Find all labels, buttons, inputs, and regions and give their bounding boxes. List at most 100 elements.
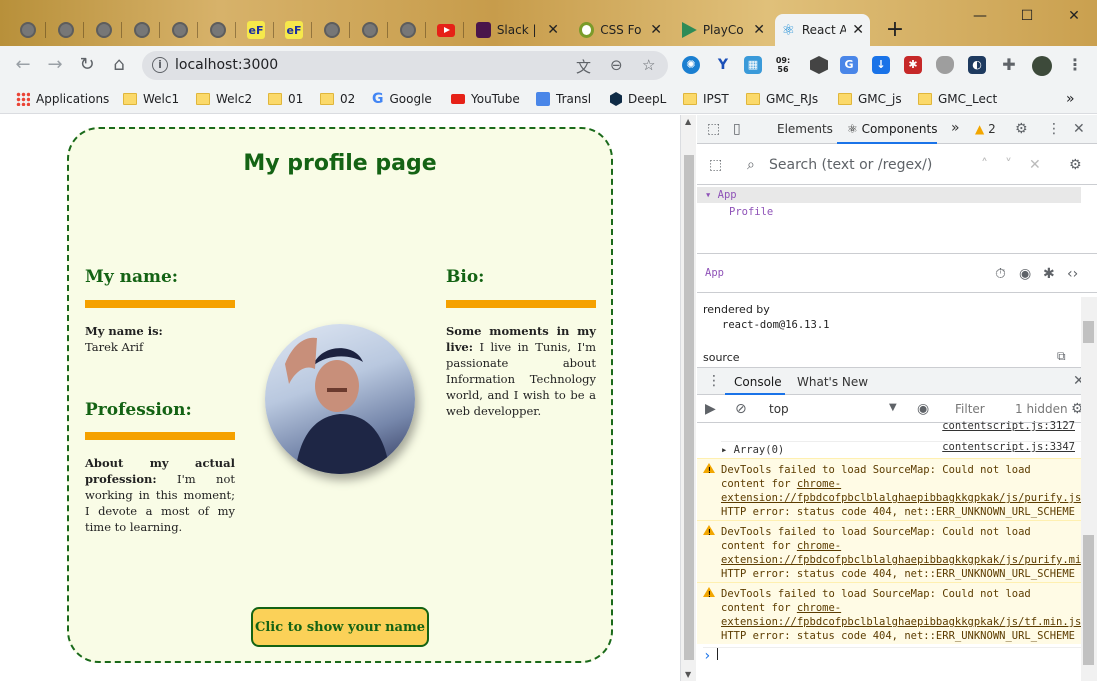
- bookmark-google[interactable]: G Google: [372, 90, 432, 108]
- chevron-down-icon[interactable]: ˅: [1005, 157, 1012, 173]
- warnings-badge[interactable]: ▲ 2: [975, 122, 996, 136]
- new-tab-button[interactable]: +: [882, 18, 908, 44]
- tab-playcode[interactable]: PlayCo ✕: [676, 14, 771, 46]
- tab-globe[interactable]: [48, 14, 84, 46]
- tab-elements[interactable]: Elements: [777, 122, 833, 136]
- select-element-icon[interactable]: ⬚: [709, 157, 722, 173]
- extension-icon[interactable]: ✱: [904, 56, 922, 74]
- device-toggle-icon[interactable]: ▯: [733, 121, 741, 137]
- tab-react-active[interactable]: ⚛ React A ✕: [775, 14, 870, 46]
- bookmarks-overflow-button[interactable]: »: [1066, 90, 1075, 108]
- extension-icon[interactable]: Y: [714, 56, 732, 74]
- scrollbar-thumb[interactable]: [1083, 535, 1094, 665]
- shield-icon[interactable]: [936, 56, 954, 74]
- menu-icon[interactable]: ⋮: [1066, 56, 1084, 74]
- avatar[interactable]: [1032, 56, 1052, 76]
- tab-youtube[interactable]: [428, 14, 464, 46]
- close-icon[interactable]: ✕: [852, 22, 864, 38]
- translate-extension-icon[interactable]: G: [840, 56, 858, 74]
- menu-icon[interactable]: ⋮: [1047, 121, 1061, 137]
- clear-icon[interactable]: ✕: [1029, 157, 1041, 173]
- bookmark-applications[interactable]: Applications: [16, 90, 109, 108]
- inspect-icon[interactable]: ⬚: [707, 121, 720, 137]
- more-tabs-button[interactable]: »: [951, 120, 960, 136]
- tab-css[interactable]: CSS Fo ✕: [573, 14, 668, 46]
- devtools-scrollbar[interactable]: [1081, 297, 1097, 681]
- sidebar-toggle-icon[interactable]: ▶: [705, 401, 716, 417]
- console-prompt[interactable]: ›: [703, 647, 1081, 664]
- source-link[interactable]: contentscript.js:3347: [942, 441, 1075, 453]
- close-window-button[interactable]: ✕: [1054, 4, 1094, 28]
- clock-extension-icon[interactable]: 09: 56: [774, 56, 792, 74]
- extension-icon[interactable]: [810, 56, 828, 74]
- bookmark-gmc-rjs[interactable]: GMC_RJs: [746, 90, 818, 108]
- tab-slack[interactable]: Slack | ✕: [470, 14, 565, 46]
- home-button[interactable]: ⌂: [108, 54, 130, 76]
- bookmark-gmc-lect[interactable]: GMC_Lect: [918, 90, 997, 108]
- address-bar[interactable]: i localhost:3000 文 ⊖ ☆: [142, 51, 668, 80]
- close-icon[interactable]: ✕: [547, 22, 559, 38]
- url-text[interactable]: localhost:3000: [175, 57, 278, 73]
- extension-icon[interactable]: ▦: [744, 56, 762, 74]
- zoom-icon[interactable]: ⊖: [610, 56, 623, 74]
- extension-icon[interactable]: ✺: [682, 56, 700, 74]
- forward-button[interactable]: →: [44, 54, 66, 76]
- tree-node-app[interactable]: ▾ App: [697, 187, 1081, 203]
- context-select[interactable]: top: [769, 402, 789, 416]
- minimize-button[interactable]: —: [960, 4, 1000, 28]
- scroll-down-icon[interactable]: ▼: [685, 670, 691, 679]
- scrollbar-thumb[interactable]: [1083, 321, 1094, 343]
- eye-icon[interactable]: ◉: [917, 401, 929, 417]
- tab-whats-new[interactable]: What's New: [797, 375, 868, 389]
- bookmark-gmc-js[interactable]: GMC_js: [838, 90, 902, 108]
- puzzle-icon[interactable]: ✚: [1000, 56, 1018, 74]
- gear-icon[interactable]: ⚙: [1069, 157, 1082, 173]
- bookmark-02[interactable]: 02: [320, 90, 355, 108]
- bookmark-01[interactable]: 01: [268, 90, 303, 108]
- scrollbar-thumb[interactable]: [684, 155, 694, 660]
- page-scrollbar[interactable]: ▲ ▼: [680, 115, 696, 681]
- bookmark-youtube[interactable]: YouTube: [451, 90, 520, 108]
- gear-icon[interactable]: ⚙: [1015, 121, 1028, 137]
- filter-input[interactable]: Filter: [955, 402, 985, 416]
- tab-ef[interactable]: eF: [238, 14, 274, 46]
- bookmark-welc1[interactable]: Welc1: [123, 90, 179, 108]
- copy-icon[interactable]: ⧉: [1057, 349, 1066, 364]
- bookmark-transl[interactable]: Transl: [536, 90, 591, 108]
- reload-button[interactable]: ↻: [76, 54, 98, 76]
- tab-globe[interactable]: [162, 14, 198, 46]
- tab-console[interactable]: Console: [734, 375, 782, 389]
- tab-components[interactable]: ⚛ Components: [847, 122, 938, 136]
- bookmark-star-icon[interactable]: ☆: [642, 56, 655, 74]
- tab-globe[interactable]: [390, 14, 426, 46]
- close-icon[interactable]: ✕: [753, 22, 765, 38]
- extension-icon[interactable]: ◐: [968, 56, 986, 74]
- hidden-count[interactable]: 1 hidden: [1015, 402, 1068, 416]
- bug-icon[interactable]: ✱: [1043, 266, 1055, 282]
- tree-node-profile[interactable]: Profile: [729, 206, 773, 218]
- tab-globe[interactable]: [124, 14, 160, 46]
- close-icon[interactable]: ✕: [1073, 121, 1085, 137]
- bookmark-welc2[interactable]: Welc2: [196, 90, 252, 108]
- search-input[interactable]: Search (text or /regex/): [769, 157, 932, 173]
- clear-console-icon[interactable]: ⊘: [735, 401, 747, 417]
- show-name-button[interactable]: Clic to show your name: [251, 607, 429, 647]
- tab-globe[interactable]: [10, 14, 46, 46]
- tab-globe[interactable]: [86, 14, 122, 46]
- eye-icon[interactable]: ◉: [1019, 266, 1031, 282]
- maximize-button[interactable]: ☐: [1007, 4, 1047, 28]
- menu-icon[interactable]: ⋮: [707, 373, 721, 389]
- back-button[interactable]: ←: [12, 54, 34, 76]
- site-info-icon[interactable]: i: [152, 57, 168, 73]
- scroll-up-icon[interactable]: ▲: [685, 117, 691, 126]
- tab-ef[interactable]: eF: [276, 14, 312, 46]
- bookmark-ipst[interactable]: IPST: [683, 90, 729, 108]
- bookmark-deepl[interactable]: DeepL: [610, 90, 666, 108]
- translate-icon[interactable]: 文: [576, 56, 591, 77]
- extension-icon[interactable]: ↓: [872, 56, 890, 74]
- tab-globe[interactable]: [352, 14, 388, 46]
- stopwatch-icon[interactable]: ⏱: [995, 266, 1006, 282]
- chevron-down-icon[interactable]: ▼: [889, 402, 897, 413]
- tab-globe[interactable]: [314, 14, 350, 46]
- source-link[interactable]: contentscript.js:3127: [942, 420, 1075, 432]
